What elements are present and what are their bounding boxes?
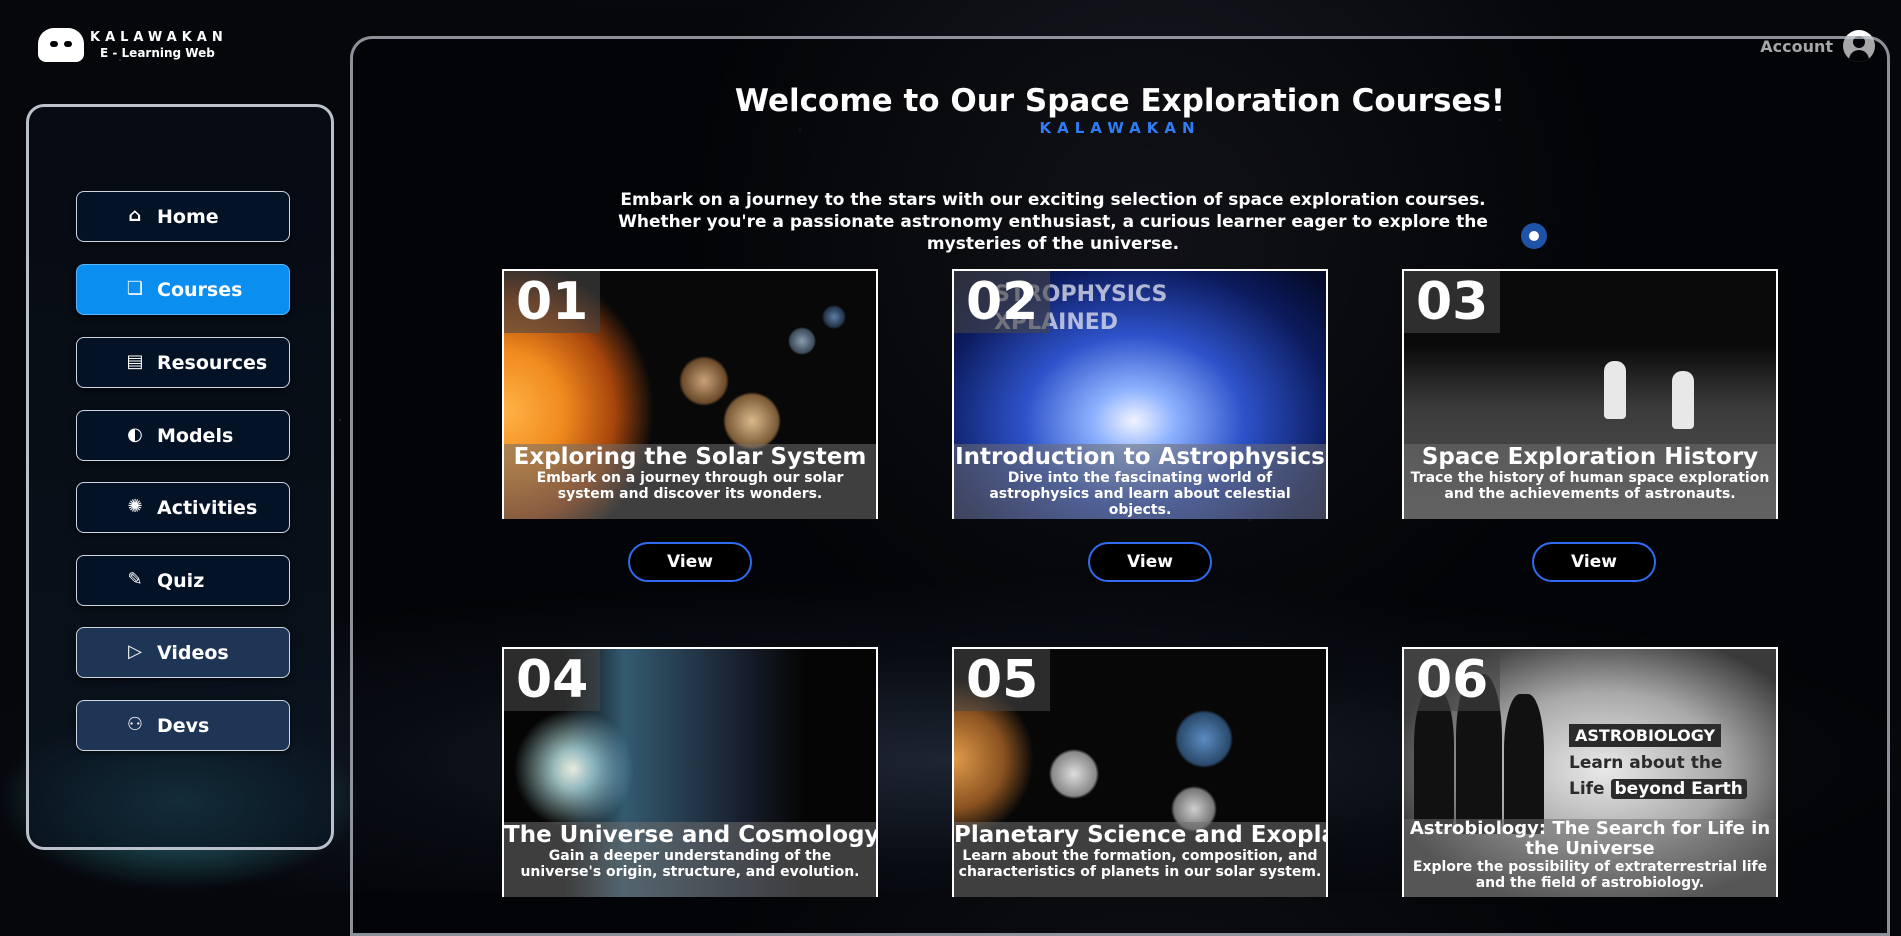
course-number: 05 xyxy=(954,649,1051,711)
course-title: Introduction to Astrophysics xyxy=(955,444,1325,470)
sidebar: ⌂ Home ❏ Courses ▤ Resources ◐ Models ✺ … xyxy=(26,104,334,850)
home-icon: ⌂ xyxy=(128,205,142,226)
play-video-icon: ▷ xyxy=(128,641,142,662)
pdf-file-icon: ▤ xyxy=(126,351,144,372)
course-title: Exploring the Solar System xyxy=(513,444,867,470)
course-number: 06 xyxy=(1404,649,1501,711)
course-number: 01 xyxy=(504,271,601,333)
course-number: 04 xyxy=(504,649,601,711)
people-icon: ⚇ xyxy=(126,714,144,735)
sidebar-item-label: Models xyxy=(157,424,234,447)
sidebar-item-quiz[interactable]: ✎ Quiz xyxy=(76,555,290,606)
brand-logo[interactable]: KALAWAKAN E - Learning Web xyxy=(38,28,228,62)
poster-line: Life beyond Earth xyxy=(1569,779,1764,799)
course-caption: Exploring the Solar System Embark on a j… xyxy=(504,444,876,519)
sidebar-item-devs[interactable]: ⚇ Devs xyxy=(76,700,290,751)
course-number: 02 xyxy=(954,271,1051,333)
course-description: Embark on a journey through our solar sy… xyxy=(536,470,844,502)
course-number: 03 xyxy=(1404,271,1501,333)
pencil-icon: ✎ xyxy=(127,569,143,590)
poster-word: Life xyxy=(1569,779,1605,799)
brand-subtitle: E - Learning Web xyxy=(100,45,215,60)
course-description: Learn about the formation, composition, … xyxy=(958,848,1322,880)
course-caption: The Universe and Cosmology Gain a deeper… xyxy=(504,822,876,897)
brand-title: KALAWAKAN xyxy=(90,30,228,45)
sidebar-item-label: Activities xyxy=(157,496,258,519)
course-card-01[interactable]: 01 Exploring the Solar System Embark on … xyxy=(502,269,878,519)
course-title: Space Exploration History xyxy=(1421,444,1759,470)
sidebar-item-label: Resources xyxy=(157,351,268,374)
sidebar-item-home[interactable]: ⌂ Home xyxy=(76,191,290,242)
course-caption: Introduction to Astrophysics Dive into t… xyxy=(954,444,1326,519)
sidebar-item-label: Quiz xyxy=(157,569,205,592)
sidebar-item-label: Videos xyxy=(157,641,229,664)
course-caption: Space Exploration History Trace the hist… xyxy=(1404,444,1776,519)
poster-line: Learn about the xyxy=(1569,753,1723,773)
course-description: Dive into the fascinating world of astro… xyxy=(989,470,1291,518)
sidebar-item-label: Courses xyxy=(157,278,243,301)
poster-tag: ASTROBIOLOGY xyxy=(1569,724,1722,747)
sidebar-item-label: Home xyxy=(157,205,219,228)
course-card-02[interactable]: STROPHYSICS XPLAINED 02 Introduction to … xyxy=(952,269,1328,519)
sidebar-item-label: Devs xyxy=(157,714,210,737)
mouse-cursor xyxy=(1521,223,1547,249)
alien-silhouette xyxy=(1504,694,1544,834)
robot-logo-icon xyxy=(38,28,84,62)
view-button-02[interactable]: View xyxy=(1088,542,1212,582)
course-title: Planetary Science and Exoplanets xyxy=(954,822,1326,848)
view-button-03[interactable]: View xyxy=(1532,542,1656,582)
sidebar-item-resources[interactable]: ▤ Resources xyxy=(76,337,290,388)
page-subtitle: KALAWAKAN xyxy=(1039,119,1201,137)
astronaut-figure xyxy=(1672,371,1694,429)
sidebar-item-courses[interactable]: ❏ Courses xyxy=(76,264,290,315)
course-caption: Astrobiology: The Search for Life in the… xyxy=(1404,819,1776,897)
course-caption: Planetary Science and Exoplanets Learn a… xyxy=(954,822,1326,897)
course-card-06[interactable]: ASTROBIOLOGY Learn about the Life beyond… xyxy=(1402,647,1778,897)
course-description: Gain a deeper understanding of the unive… xyxy=(520,848,860,880)
course-card-05[interactable]: 05 Planetary Science and Exoplanets Lear… xyxy=(952,647,1328,897)
course-card-03[interactable]: 03 Space Exploration History Trace the h… xyxy=(1402,269,1778,519)
intro-text: Embark on a journey to the stars with ou… xyxy=(618,190,1488,254)
page-title: Welcome to Our Space Exploration Courses… xyxy=(734,83,1506,119)
view-button-01[interactable]: View xyxy=(628,542,752,582)
sidebar-item-videos[interactable]: ▷ Videos xyxy=(76,627,290,678)
astrobiology-poster-text: ASTROBIOLOGY Learn about the Life beyond… xyxy=(1569,724,1764,799)
galaxy-icon: ✺ xyxy=(127,496,143,517)
astronaut-figure xyxy=(1604,361,1626,419)
planet-icon: ◐ xyxy=(127,424,143,445)
course-title: The Universe and Cosmology xyxy=(504,822,878,848)
course-description: Explore the possibility of extraterrestr… xyxy=(1412,859,1768,891)
courses-icon: ❏ xyxy=(126,278,144,299)
main-content-panel: Welcome to Our Space Exploration Courses… xyxy=(350,36,1890,936)
course-card-04[interactable]: 04 The Universe and Cosmology Gain a dee… xyxy=(502,647,878,897)
sidebar-item-models[interactable]: ◐ Models xyxy=(76,410,290,461)
course-description: Trace the history of human space explora… xyxy=(1410,470,1770,502)
course-title: Astrobiology: The Search for Life in the… xyxy=(1409,818,1771,859)
sidebar-item-activities[interactable]: ✺ Activities xyxy=(76,482,290,533)
poster-highlight: beyond Earth xyxy=(1610,779,1747,799)
